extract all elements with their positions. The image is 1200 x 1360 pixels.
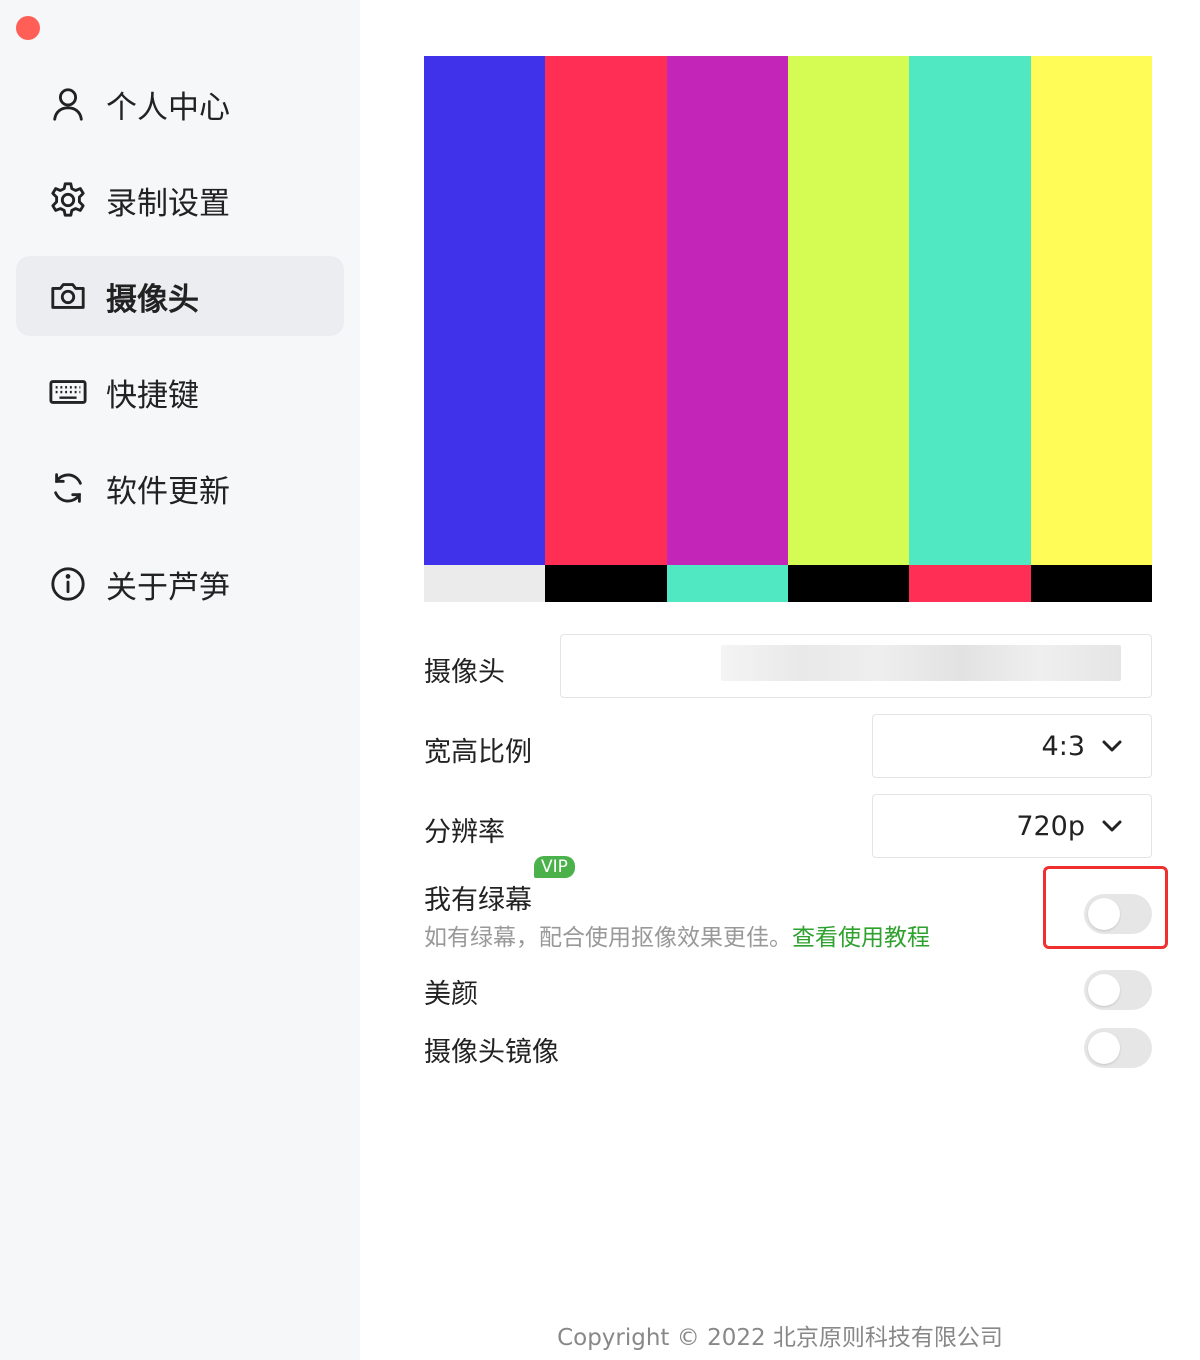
color-bar <box>545 56 667 565</box>
color-bar <box>1030 565 1152 602</box>
color-bar <box>909 565 1031 602</box>
refresh-icon <box>48 468 88 508</box>
resolution-label: 分辨率 <box>424 817 505 848</box>
aspect-ratio-label: 宽高比例 <box>424 737 532 768</box>
sidebar-item-profile[interactable]: 个人中心 <box>16 64 344 144</box>
camera-select[interactable] <box>560 634 1152 698</box>
greenscreen-description: 如有绿幕，配合使用抠像效果更佳。查看使用教程 <box>424 918 930 952</box>
color-bar <box>424 565 546 602</box>
camera-settings-panel: 摄像头 宽高比例 4:3 分辨率 720p 我有绿幕 VIP 如有绿幕，配合使用… <box>360 0 1200 1360</box>
camera-mirror-toggle[interactable] <box>1084 1028 1152 1068</box>
greenscreen-desc-text: 如有绿幕，配合使用抠像效果更佳。 <box>424 925 792 951</box>
camera-icon <box>48 276 88 316</box>
color-bar <box>787 56 910 565</box>
sidebar-item-label: 关于芦笋 <box>106 569 230 606</box>
redacted-camera-name <box>721 645 1121 681</box>
chevron-down-icon <box>1102 820 1122 832</box>
sidebar-item-label: 快捷键 <box>106 377 199 414</box>
close-window-button[interactable] <box>16 16 40 40</box>
camera-preview <box>424 56 1152 602</box>
sidebar-item-camera[interactable]: 摄像头 <box>16 256 344 336</box>
info-icon <box>48 564 88 604</box>
sidebar-item-label: 摄像头 <box>106 281 199 318</box>
toggle-knob <box>1088 974 1120 1006</box>
color-bars-bottom <box>424 565 1152 602</box>
sidebar-item-shortcuts[interactable]: 快捷键 <box>16 352 344 432</box>
color-bar <box>424 56 546 565</box>
toggle-knob <box>1088 1032 1120 1064</box>
color-bars-top <box>424 56 1152 565</box>
sidebar-item-label: 个人中心 <box>106 89 230 126</box>
sidebar-item-label: 录制设置 <box>106 185 230 222</box>
color-bar <box>545 565 667 602</box>
color-bar <box>909 56 1031 565</box>
camera-mirror-label: 摄像头镜像 <box>424 1037 559 1068</box>
beauty-label: 美颜 <box>424 979 478 1010</box>
sidebar-nav: 个人中心 录制设置 摄像头 快捷键 软件更新 关于芦笋 <box>16 64 344 640</box>
copyright-footer: Copyright © 2022 北京原则科技有限公司 <box>557 1325 1003 1351</box>
color-bar <box>666 565 788 602</box>
color-bar <box>787 565 910 602</box>
view-tutorial-link[interactable]: 查看使用教程 <box>792 925 930 951</box>
gear-icon <box>48 180 88 220</box>
beauty-toggle[interactable] <box>1084 970 1152 1010</box>
user-icon <box>48 84 88 124</box>
sidebar: 个人中心 录制设置 摄像头 快捷键 软件更新 关于芦笋 <box>0 0 360 1360</box>
aspect-ratio-select[interactable]: 4:3 <box>872 714 1152 778</box>
color-bar <box>666 56 788 565</box>
resolution-select[interactable]: 720p <box>872 794 1152 858</box>
camera-label: 摄像头 <box>424 657 505 688</box>
vip-badge: VIP <box>534 856 575 878</box>
greenscreen-label: 我有绿幕 <box>424 885 532 916</box>
keyboard-icon <box>48 372 88 412</box>
sidebar-item-software-update[interactable]: 软件更新 <box>16 448 344 528</box>
sidebar-item-label: 软件更新 <box>106 473 230 510</box>
sidebar-item-about[interactable]: 关于芦笋 <box>16 544 344 624</box>
chevron-down-icon <box>1102 740 1122 752</box>
aspect-ratio-value: 4:3 <box>1041 730 1085 762</box>
resolution-value: 720p <box>1016 810 1085 842</box>
highlight-box <box>1043 866 1168 949</box>
color-bar <box>1030 56 1152 565</box>
sidebar-item-recording-settings[interactable]: 录制设置 <box>16 160 344 240</box>
